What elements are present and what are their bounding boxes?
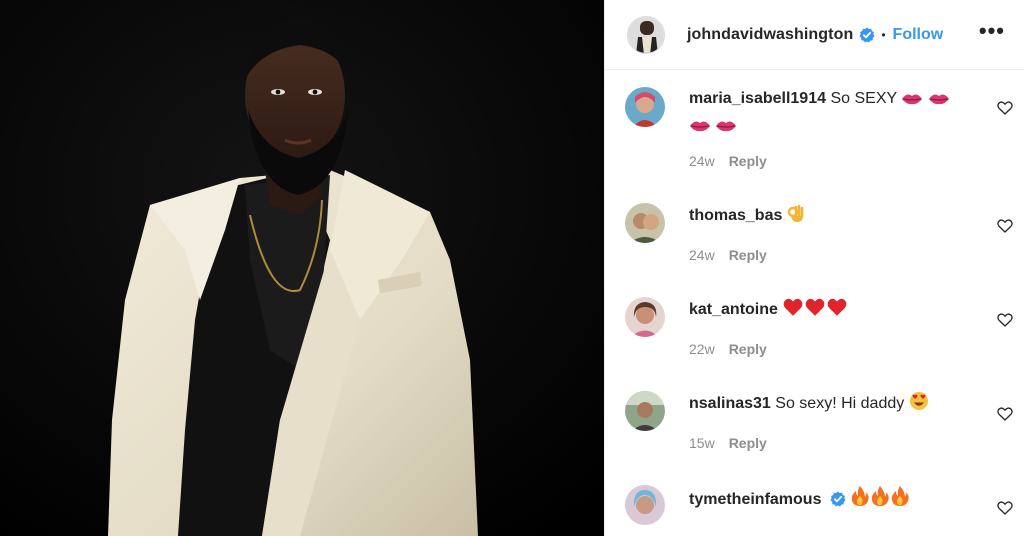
commenter-avatar[interactable] [625, 297, 665, 337]
like-heart-icon[interactable] [997, 500, 1013, 516]
comment-username[interactable]: nsalinas31 [689, 395, 771, 412]
red-heart-icon [782, 297, 804, 325]
comment-username[interactable]: thomas_bas [689, 207, 782, 224]
red-heart-icon [804, 297, 826, 325]
comment-meta: 15w Reply [689, 435, 767, 451]
reply-button[interactable]: Reply [729, 435, 767, 451]
comment-body: kat_antoine [689, 297, 979, 325]
commenter-avatar[interactable] [625, 391, 665, 431]
header-separator: • [881, 27, 886, 42]
comment-username[interactable]: tymetheinfamous [689, 491, 821, 508]
reply-button[interactable]: Reply [729, 341, 767, 357]
verified-badge-icon [859, 27, 875, 42]
more-options-icon[interactable]: ••• [979, 18, 1005, 44]
comment-meta: 24w Reply [689, 153, 767, 169]
comment-age: 24w [689, 153, 715, 169]
instagram-post: johndavidwashington • Follow ••• maria_i… [0, 0, 1024, 536]
post-photo[interactable] [0, 0, 604, 536]
lips-icon [928, 90, 950, 114]
ok-hand-icon [787, 203, 805, 231]
comment-username[interactable]: kat_antoine [689, 301, 778, 318]
red-heart-icon [826, 297, 848, 325]
comments-panel: johndavidwashington • Follow ••• maria_i… [604, 0, 1024, 536]
comment-body: nsalinas31 So sexy! Hi daddy [689, 391, 979, 419]
heart-eyes-icon [909, 391, 929, 419]
lips-icon [715, 117, 737, 141]
comment-body: maria_isabell1914 So SEXY [689, 87, 979, 141]
comment-meta: 24w Reply [689, 247, 767, 263]
fire-icon [870, 485, 890, 515]
comment-body: thomas_bas [689, 203, 979, 231]
follow-button[interactable]: Follow [893, 26, 944, 44]
comment-body: tymetheinfamous [689, 485, 979, 515]
fire-icon [850, 485, 870, 515]
comment-text: So sexy! Hi daddy [775, 395, 905, 412]
comment-age: 24w [689, 247, 715, 263]
reply-button[interactable]: Reply [729, 247, 767, 263]
comment-meta: 22w Reply [689, 341, 767, 357]
commenter-avatar[interactable] [625, 87, 665, 127]
lips-icon [689, 117, 711, 141]
comment-age: 15w [689, 435, 715, 451]
comment-username[interactable]: maria_isabell1914 [689, 90, 826, 107]
like-heart-icon[interactable] [997, 312, 1013, 328]
commenter-avatar[interactable] [625, 203, 665, 243]
like-heart-icon[interactable] [997, 218, 1013, 234]
like-heart-icon[interactable] [997, 100, 1013, 116]
comment-text: So SEXY [830, 90, 897, 107]
post-header: johndavidwashington • Follow ••• [605, 0, 1024, 70]
verified-badge-icon [830, 491, 846, 507]
commenter-avatar[interactable] [625, 485, 665, 525]
owner-username[interactable]: johndavidwashington [687, 26, 853, 44]
comment-age: 22w [689, 341, 715, 357]
like-heart-icon[interactable] [997, 406, 1013, 422]
owner-avatar[interactable] [627, 15, 665, 54]
lips-icon [901, 90, 923, 114]
reply-button[interactable]: Reply [729, 153, 767, 169]
post-image [0, 0, 604, 536]
fire-icon [890, 485, 910, 515]
